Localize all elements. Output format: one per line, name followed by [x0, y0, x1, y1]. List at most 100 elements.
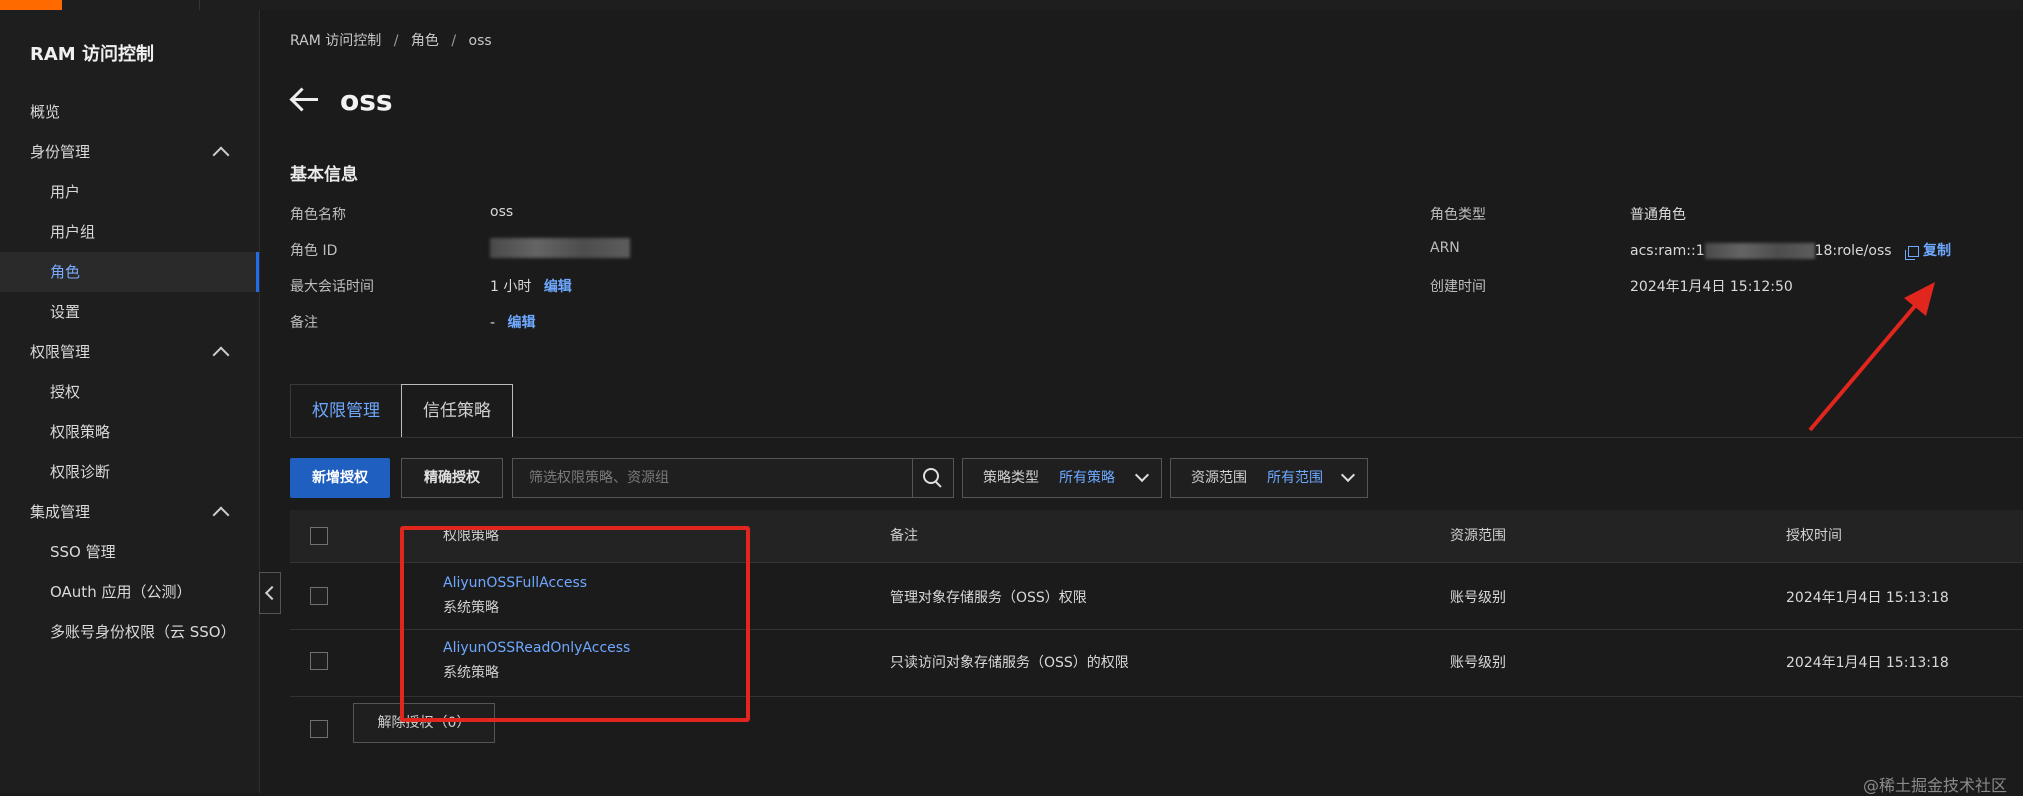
sidebar-item-oauth[interactable]: OAuth 应用（公测） [0, 572, 259, 612]
sidebar-item-sso[interactable]: SSO 管理 [0, 532, 259, 572]
sidebar-item-label: 多账号身份权限（云 SSO） [50, 623, 236, 641]
table-row: AliyunOSSReadOnlyAccess 系统策略 只读访问对象存储服务（… [290, 630, 2023, 697]
select-all-checkbox[interactable] [310, 527, 328, 545]
title-row: oss [289, 80, 393, 120]
brand-logo[interactable] [0, 0, 62, 10]
policy-type-value: 所有策略 [1059, 470, 1115, 486]
policy-type-select[interactable]: 策略类型 所有策略 [962, 458, 1162, 498]
chevron-down-icon [1340, 467, 1356, 483]
sidebar: RAM 访问控制 概览 身份管理 用户 用户组 角色 设置 权限管理 授权 权限… [0, 10, 260, 793]
header-remark: 备注 [890, 528, 918, 544]
sidebar-item-diagnosis[interactable]: 权限诊断 [0, 452, 259, 492]
sidebar-item-label: 角色 [50, 263, 81, 281]
remark-row: - 编辑 [490, 312, 536, 332]
revoke-button[interactable]: 解除授权（0） [353, 703, 495, 743]
scope-label: 资源范围 [1191, 470, 1247, 486]
created-value: 2024年1月4日 15:12:50 [1630, 279, 1793, 295]
edit-remark-link[interactable]: 编辑 [508, 315, 536, 331]
annotation-arrow [1808, 282, 1935, 432]
time-cell: 2024年1月4日 15:13:18 [1786, 655, 1949, 671]
top-bar [0, 0, 2023, 10]
sidebar-item-settings[interactable]: 设置 [0, 292, 259, 332]
role-name-value: oss [490, 204, 514, 220]
policy-link[interactable]: AliyunOSSReadOnlyAccess [443, 640, 630, 656]
add-grant-button[interactable]: 新增授权 [290, 458, 390, 498]
breadcrumb-ram[interactable]: RAM 访问控制 [290, 33, 381, 49]
sidebar-item-label: 设置 [50, 303, 81, 321]
sidebar-item-overview[interactable]: 概览 [0, 92, 259, 132]
footer-select-checkbox[interactable] [310, 720, 328, 738]
chevron-up-icon [212, 346, 230, 364]
max-session-label: 最大会话时间 [290, 279, 374, 295]
role-type-value: 普通角色 [1630, 207, 1686, 223]
breadcrumb-separator: / [451, 33, 457, 49]
breadcrumb-separator: / [393, 33, 399, 49]
search-icon [923, 468, 939, 484]
policy-cell: AliyunOSSFullAccess 系统策略 [443, 575, 587, 617]
chevron-down-icon [1134, 467, 1150, 483]
sidebar-item-label: 用户组 [50, 223, 96, 241]
sidebar-item-user-groups[interactable]: 用户组 [0, 212, 259, 252]
copy-icon[interactable] [1904, 245, 1919, 260]
row-checkbox[interactable] [310, 652, 328, 670]
search-box [512, 458, 954, 498]
sidebar-group-permissions[interactable]: 权限管理 [0, 332, 259, 372]
header-scope: 资源范围 [1450, 528, 1506, 544]
chevron-up-icon [212, 506, 230, 524]
sidebar-item-users[interactable]: 用户 [0, 172, 259, 212]
sidebar-item-label: OAuth 应用（公测） [50, 583, 192, 601]
remark-value: - [490, 315, 496, 331]
table-header: 权限策略 备注 资源范围 授权时间 [290, 510, 2023, 563]
precise-grant-button[interactable]: 精确授权 [401, 458, 503, 498]
policy-cell: AliyunOSSReadOnlyAccess 系统策略 [443, 640, 630, 682]
tab-permissions[interactable]: 权限管理 [290, 384, 402, 438]
scope-cell: 账号级别 [1450, 590, 1506, 606]
edit-session-link[interactable]: 编辑 [544, 279, 572, 295]
copy-arn-link[interactable]: 复制 [1923, 243, 1951, 259]
sidebar-item-grants[interactable]: 授权 [0, 372, 259, 412]
search-button[interactable] [912, 459, 953, 497]
sidebar-item-label: 概览 [30, 103, 61, 121]
breadcrumb: RAM 访问控制 / 角色 / oss [290, 30, 500, 50]
arn-row: acs:ram::1 18:role/oss 复制 [1630, 240, 1951, 260]
role-name-label: 角色名称 [290, 207, 346, 223]
time-cell: 2024年1月4日 15:13:18 [1786, 590, 1949, 606]
remark-cell: 管理对象存储服务（OSS）权限 [890, 590, 1087, 606]
page-title: oss [340, 83, 393, 117]
redacted-value [490, 238, 630, 258]
sidebar-item-label: 用户 [50, 183, 81, 201]
row-checkbox[interactable] [310, 587, 328, 605]
role-id-value [490, 238, 630, 258]
sidebar-group-identity[interactable]: 身份管理 [0, 132, 259, 172]
role-type-label: 角色类型 [1430, 207, 1486, 223]
main-content: RAM 访问控制 / 角色 / oss oss 基本信息 角色名称 oss 角色… [260, 10, 2023, 795]
remark-cell: 只读访问对象存储服务（OSS）的权限 [890, 655, 1129, 671]
breadcrumb-roles[interactable]: 角色 [411, 33, 439, 49]
header-policy: 权限策略 [443, 528, 499, 544]
max-session-value: 1 小时 [490, 279, 532, 295]
sidebar-item-roles[interactable]: 角色 [0, 252, 259, 292]
sidebar-item-policies[interactable]: 权限策略 [0, 412, 259, 452]
sidebar-item-label: SSO 管理 [50, 543, 116, 561]
back-arrow-icon[interactable] [289, 85, 320, 115]
sidebar-item-label: 权限诊断 [50, 463, 111, 481]
sidebar-item-label: 权限策略 [50, 423, 111, 441]
created-label: 创建时间 [1430, 279, 1486, 295]
sidebar-item-label: 授权 [50, 383, 81, 401]
scope-cell: 账号级别 [1450, 655, 1506, 671]
sidebar-group-integration[interactable]: 集成管理 [0, 492, 259, 532]
policy-link[interactable]: AliyunOSSFullAccess [443, 575, 587, 591]
sidebar-item-label: 集成管理 [30, 503, 91, 521]
sidebar-item-cloud-sso[interactable]: 多账号身份权限（云 SSO） [0, 612, 259, 652]
sidebar-title: RAM 访问控制 [30, 44, 154, 65]
policy-type: 系统策略 [443, 600, 499, 616]
role-id-label: 角色 ID [290, 243, 338, 259]
table-row: AliyunOSSFullAccess 系统策略 管理对象存储服务（OSS）权限… [290, 563, 2023, 630]
remark-label: 备注 [290, 315, 318, 331]
search-input[interactable] [513, 459, 903, 497]
watermark: @稀土掘金技术社区 [1862, 776, 2007, 795]
scope-select[interactable]: 资源范围 所有范围 [1170, 458, 1368, 498]
section-title: 基本信息 [290, 165, 358, 185]
tab-trust-policy[interactable]: 信任策略 [401, 384, 513, 438]
sidebar-item-label: 身份管理 [30, 143, 91, 161]
